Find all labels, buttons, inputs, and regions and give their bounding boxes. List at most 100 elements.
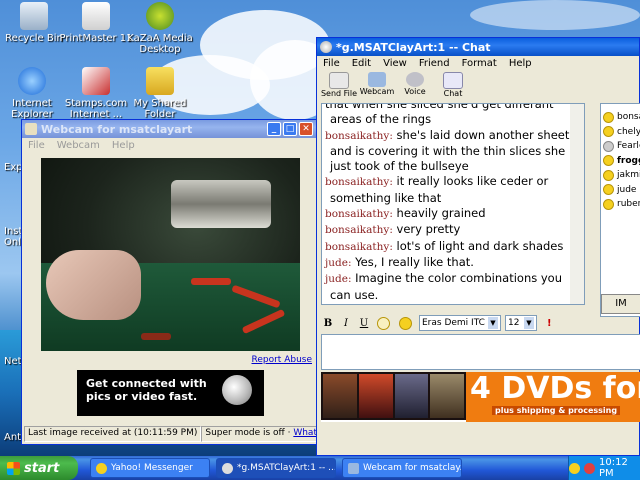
smiley-icon [603, 155, 614, 167]
dvd-offer-headline: 4 DVDs for [470, 372, 640, 406]
color-icon[interactable] [377, 316, 390, 330]
shared-folder-icon [146, 67, 174, 95]
conversation-pane[interactable]: that when she sliced she'd get differant… [321, 103, 585, 305]
menu-format[interactable]: Format [462, 58, 497, 69]
webcam-window-icon [25, 123, 37, 135]
chat-bubble-icon [443, 72, 463, 89]
message-text: Imagine the color combinations you [355, 271, 563, 286]
message-text: Yes, I really like that. [355, 254, 474, 269]
tray-icon[interactable] [584, 462, 595, 474]
webcam-title-bar[interactable]: Webcam for msatclayart _ □ ✕ [22, 120, 316, 138]
underline-button[interactable]: U [357, 318, 371, 329]
chat-menu-bar: File Edit View Friend Format Help [317, 56, 639, 71]
chevron-down-icon: ▼ [524, 317, 534, 329]
message-line: something like that [330, 190, 442, 205]
nickname: jude: [325, 273, 352, 286]
last-image-status: Last image received at (10:11:59 PM) [24, 426, 202, 442]
menu-friend[interactable]: Friend [419, 58, 450, 69]
bold-button[interactable]: B [321, 318, 335, 329]
super-mode-text: Super mode is off · [205, 428, 294, 438]
webcam-window-title: Webcam for msatclayart [41, 122, 193, 136]
webcam-status-bar: Last image received at (10:11:59 PM) Sup… [24, 426, 353, 442]
webcam-ad-banner[interactable]: Get connected with pics or video fast. [77, 370, 264, 416]
friend-item[interactable]: frogg [601, 154, 640, 169]
smiley-icon [603, 198, 614, 210]
menu-file[interactable]: File [28, 140, 45, 151]
nickname: jude: [325, 256, 352, 269]
dvd-ad-banner[interactable]: 4 DVDs for plus shipping & processing [321, 372, 640, 422]
message-line: areas of the rings [330, 112, 432, 127]
message-line: bonsaikathy: she's laid down another she… [322, 128, 570, 144]
message-text: lot's of light and dark shades [396, 238, 564, 253]
dvd-covers [321, 372, 466, 420]
menu-webcam[interactable]: Webcam [57, 140, 100, 151]
chat-toolbar: Send File Webcam Voice Chat [317, 71, 639, 103]
smiley-icon[interactable] [399, 316, 412, 330]
taskbar-item-yahoo-messenger[interactable]: Yahoo! Messenger [90, 458, 210, 478]
menu-help[interactable]: Help [112, 140, 135, 151]
nickname: bonsaikathy: [325, 176, 393, 189]
clock: 10:12 PM [599, 457, 628, 479]
yahoo-tray-icon[interactable] [569, 462, 580, 474]
dvd-offer: 4 DVDs for plus shipping & processing [466, 372, 640, 422]
close-button[interactable]: ✕ [299, 122, 313, 136]
friend-item[interactable]: jude [601, 183, 640, 198]
taskbar-item-chat[interactable]: *g.MSATClayArt:1 -- ... [216, 458, 336, 478]
report-abuse-link[interactable]: Report Abuse [252, 355, 313, 365]
message-line: jude: Yes, I really like that. [322, 255, 570, 271]
conversation-scrollbar[interactable] [570, 104, 584, 304]
dvd-cover [358, 374, 393, 418]
nickname: bonsaikathy: [325, 208, 393, 221]
webcam-button[interactable]: Webcam [358, 71, 396, 96]
start-button[interactable]: start [0, 456, 78, 480]
chat-button[interactable]: Chat [434, 71, 472, 98]
dvd-cover [430, 374, 464, 418]
cloud [470, 0, 640, 30]
friend-item[interactable]: chelyh [601, 125, 640, 140]
message-line: bonsaikathy: heavily grained [322, 206, 570, 222]
webcam-icon [368, 72, 386, 87]
friend-item[interactable]: rubens [601, 197, 640, 212]
message-text: heavily grained [396, 206, 486, 221]
message-text: it really looks like ceder or [396, 174, 549, 189]
maximize-button[interactable]: □ [283, 122, 297, 136]
smiley-icon [603, 111, 614, 123]
menu-file[interactable]: File [323, 58, 340, 69]
nickname: bonsaikathy: [325, 224, 393, 237]
chat-icon [222, 462, 233, 474]
stamps-icon [82, 67, 110, 95]
chat-title-bar[interactable]: *g.MSATClayArt:1 -- Chat [317, 38, 639, 56]
italic-button[interactable]: I [339, 318, 353, 329]
menu-edit[interactable]: Edit [352, 58, 371, 69]
webcam-menu-bar: File Webcam Help [22, 138, 316, 153]
font-size-select[interactable]: 12 ▼ [505, 315, 537, 331]
message-line: just took of the bullseye [330, 159, 469, 174]
pasta-machine [171, 180, 271, 228]
menu-help[interactable]: Help [509, 58, 532, 69]
system-tray: 10:12 PM [568, 456, 640, 480]
chat-window-icon [320, 41, 332, 53]
font-select[interactable]: Eras Demi ITC ▼ [419, 315, 501, 331]
message-input[interactable] [321, 334, 640, 370]
desktop-icon-kazaa[interactable]: KaZaA Media Desktop [120, 2, 200, 55]
friend-item[interactable]: Fearle [601, 139, 640, 154]
taskbar-item-webcam[interactable]: Webcam for msatclay... [342, 458, 462, 478]
im-button[interactable]: IM [601, 294, 640, 314]
friends-list: bonsa chelyh Fearle frogg jakmia jude ru… [600, 103, 640, 317]
desktop-edge-label: Net [4, 356, 22, 367]
message-text: very pretty [396, 222, 461, 237]
chat-window: *g.MSATClayArt:1 -- Chat File Edit View … [316, 37, 640, 456]
clay-strip [191, 278, 231, 285]
friend-item[interactable]: jakmia [601, 168, 640, 183]
send-file-button[interactable]: Send File [320, 71, 358, 98]
voice-button[interactable]: Voice [396, 71, 434, 96]
friend-item[interactable]: bonsa [601, 110, 640, 125]
menu-view[interactable]: View [383, 58, 407, 69]
nickname: bonsaikathy: [325, 240, 393, 253]
recycle-bin-icon [20, 2, 48, 30]
document-icon [603, 140, 614, 152]
desktop-icon-shared-folder[interactable]: My Shared Folder [120, 67, 200, 120]
internet-explorer-icon [18, 67, 46, 95]
minimize-button[interactable]: _ [267, 122, 281, 136]
buzz-icon[interactable]: ! [547, 318, 552, 329]
